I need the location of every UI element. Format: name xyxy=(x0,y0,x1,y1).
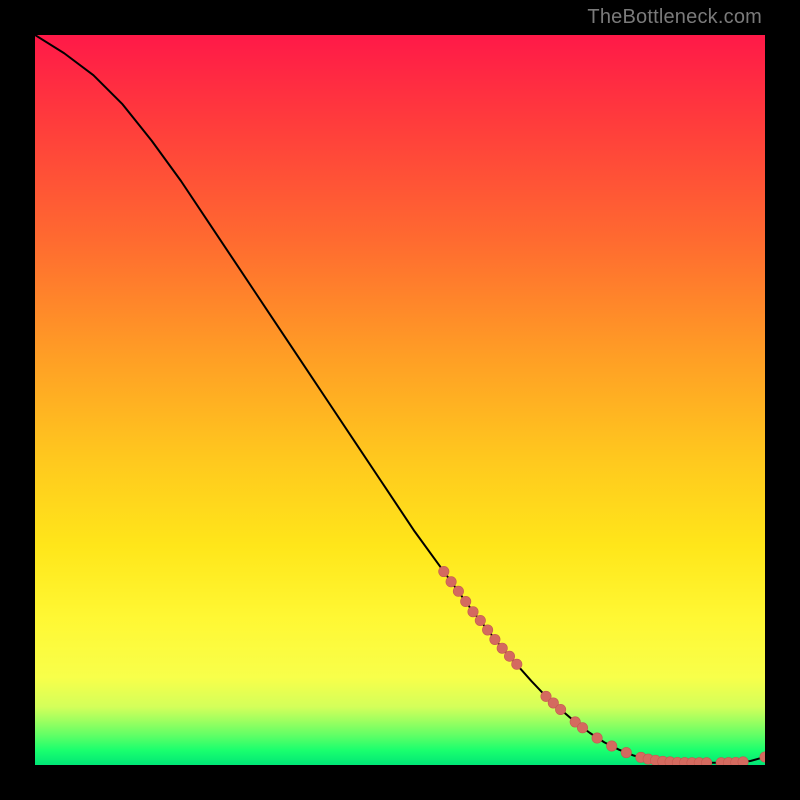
watermark-text: TheBottleneck.com xyxy=(587,6,762,29)
sample-marker xyxy=(512,659,522,669)
marker-layer xyxy=(439,566,765,765)
sample-marker xyxy=(621,747,631,757)
sample-marker xyxy=(701,758,711,765)
sample-marker xyxy=(592,733,602,743)
sample-marker xyxy=(555,704,565,714)
sample-marker xyxy=(504,651,514,661)
plot-area xyxy=(35,35,765,765)
sample-marker xyxy=(468,607,478,617)
sample-marker xyxy=(439,566,449,576)
sample-marker xyxy=(482,625,492,635)
sample-marker xyxy=(577,723,587,733)
chart-svg xyxy=(35,35,765,765)
sample-marker xyxy=(475,615,485,625)
bottleneck-curve xyxy=(35,35,765,763)
sample-marker xyxy=(760,752,765,762)
sample-marker xyxy=(607,741,617,751)
sample-marker xyxy=(738,757,748,765)
chart-frame: TheBottleneck.com xyxy=(0,0,800,800)
curve-layer xyxy=(35,35,765,763)
sample-marker xyxy=(497,643,507,653)
sample-marker xyxy=(446,577,456,587)
sample-marker xyxy=(453,586,463,596)
sample-marker xyxy=(490,634,500,644)
sample-marker xyxy=(461,596,471,606)
